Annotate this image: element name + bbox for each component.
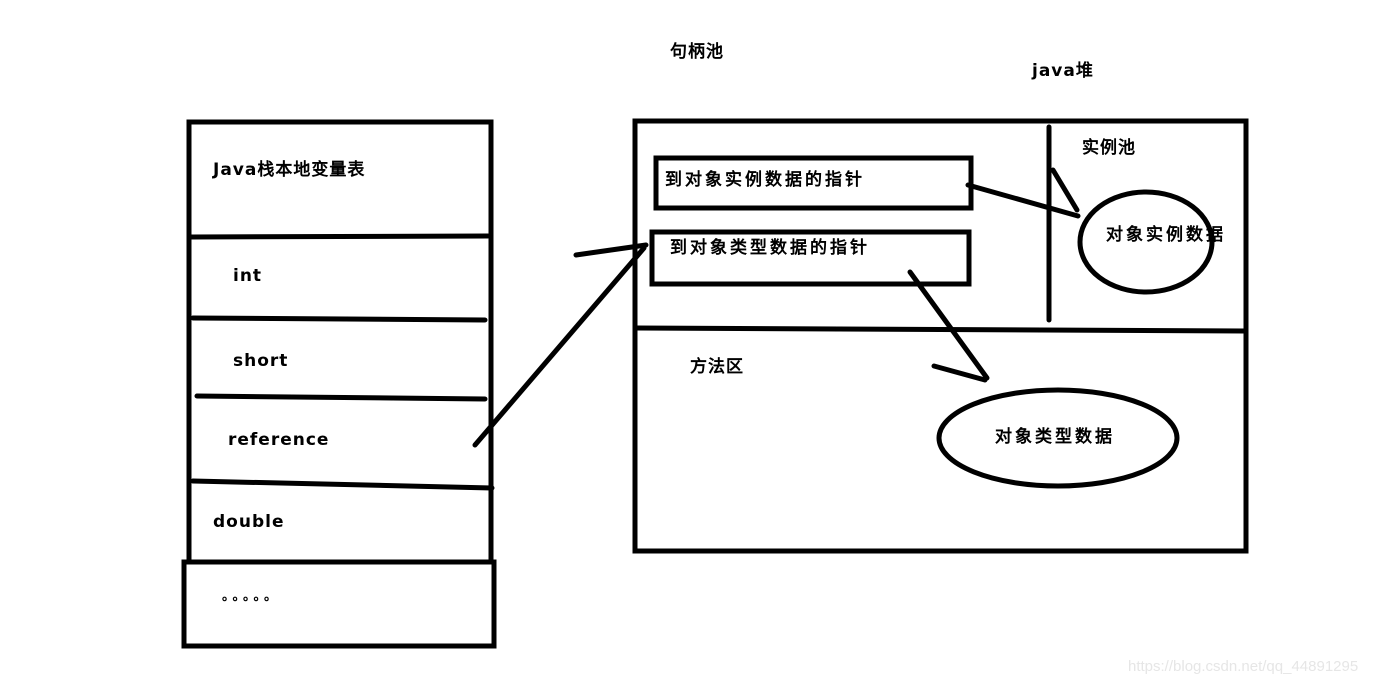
- stack-divider: [190, 478, 495, 491]
- diagram-canvas: [181, 118, 1249, 649]
- stack-row-int: int: [233, 266, 263, 286]
- instance-data-label: 对象实例数据: [1106, 225, 1226, 245]
- stack-title: Java栈本地变量表: [213, 160, 366, 180]
- pointer-instance-label: 到对象实例数据的指针: [665, 170, 865, 190]
- stack-row-reference: reference: [228, 430, 330, 450]
- stack-row-double: double: [213, 512, 285, 532]
- type-data-label: 对象类型数据: [995, 427, 1115, 447]
- stack-ellipsis-box: [181, 559, 497, 649]
- stack-divider: [190, 315, 488, 323]
- arrow-reference-shaft: [472, 245, 647, 448]
- instance-pool-label: 实例池: [1082, 138, 1136, 158]
- stack-ellipsis: 。。。。。: [222, 589, 282, 604]
- arrow-instance-shaft: [965, 182, 1081, 219]
- stack-divider: [188, 233, 491, 240]
- java-heap-label: java堆: [1032, 61, 1094, 81]
- heap-divider-method-area: [634, 325, 1247, 334]
- pointer-type-label: 到对象类型数据的指针: [670, 238, 870, 258]
- method-area-label: 方法区: [690, 357, 744, 377]
- handle-pool-label: 句柄池: [670, 42, 724, 62]
- stack-divider: [194, 393, 488, 402]
- stack-frame-box: [186, 119, 494, 565]
- stack-row-short: short: [233, 351, 289, 371]
- arrow-instance-head: [1050, 167, 1080, 213]
- arrow-type-shaft: [907, 269, 990, 381]
- watermark: https://blog.csdn.net/qq_44891295: [1128, 658, 1359, 675]
